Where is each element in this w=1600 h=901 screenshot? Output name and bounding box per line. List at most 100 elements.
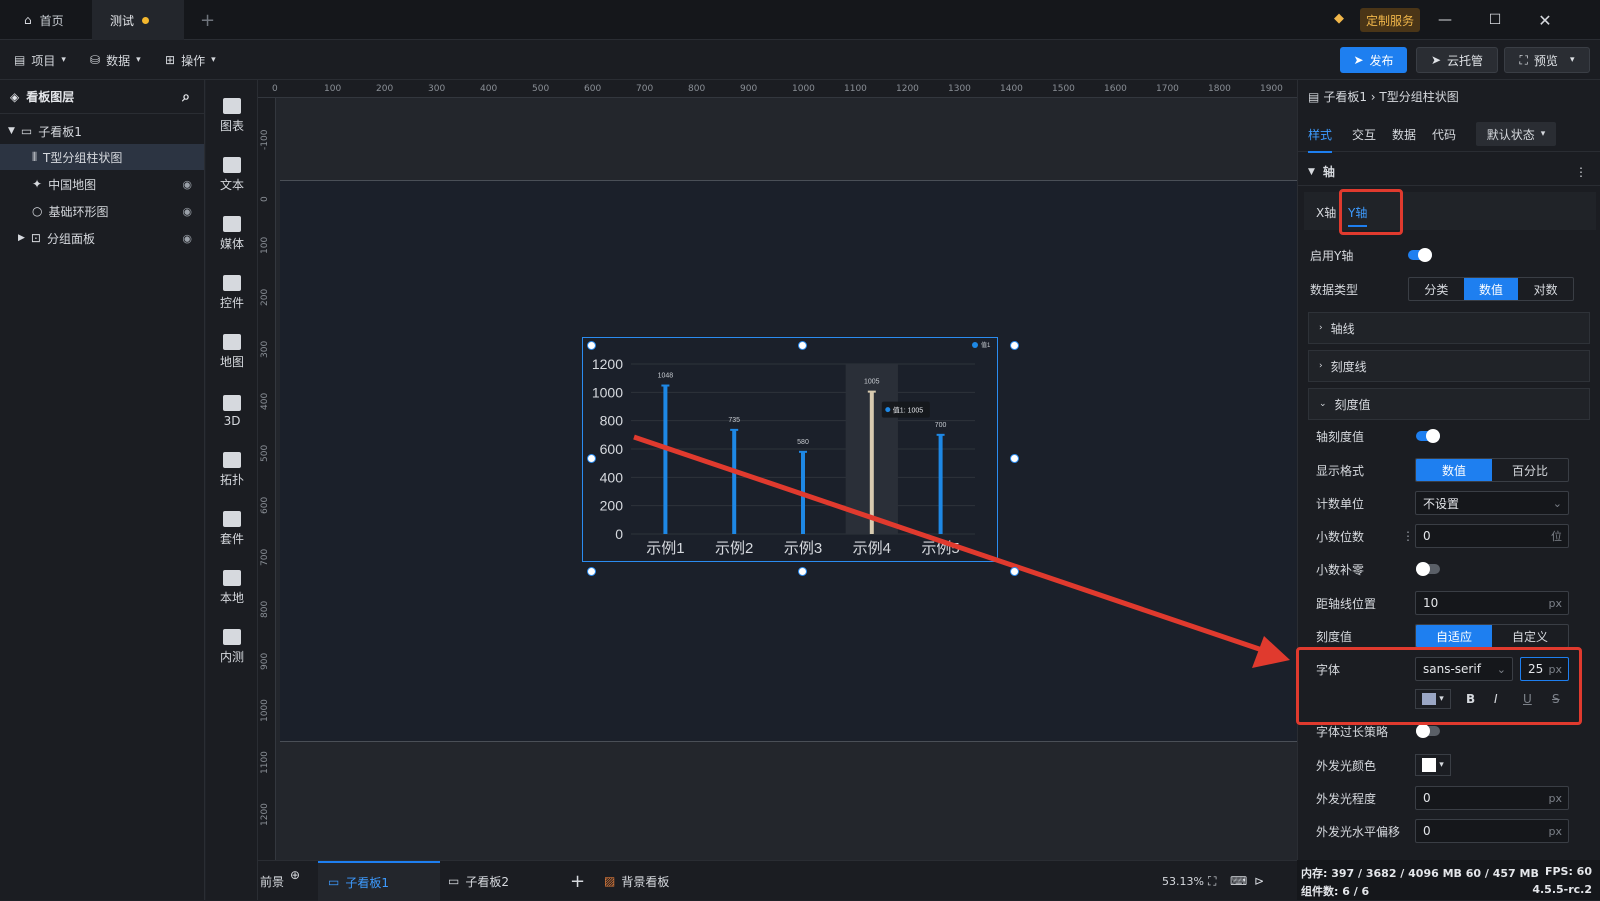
menu-operation[interactable]: ⊞ 操作 ▾ bbox=[165, 48, 216, 72]
tick-mode-auto[interactable]: 自适应 bbox=[1416, 625, 1492, 647]
tool-topology[interactable]: 拓扑 bbox=[206, 442, 258, 498]
background-board-tab[interactable]: ▨ 背景看板 bbox=[604, 861, 669, 901]
add-circle-icon[interactable]: ⊕ bbox=[290, 868, 300, 882]
ruler-tick: 1100 bbox=[260, 751, 270, 774]
topology-icon bbox=[223, 452, 241, 468]
menu-project[interactable]: ▤ 项目 ▾ bbox=[14, 48, 66, 72]
layer-item-board[interactable]: ▼ ▭ 子看板1 bbox=[0, 118, 204, 144]
chevron-down-icon: ▾ bbox=[1569, 55, 1575, 65]
data-type-value[interactable]: 数值 bbox=[1463, 278, 1519, 300]
tab-data[interactable]: 数据 bbox=[1392, 126, 1416, 143]
overflow-toggle[interactable] bbox=[1416, 724, 1440, 738]
resize-handle[interactable] bbox=[587, 341, 596, 350]
y-tick-label: 1000 bbox=[592, 384, 623, 400]
background-icon: ▨ bbox=[604, 874, 616, 888]
distance-input[interactable]: 10 px bbox=[1415, 591, 1569, 615]
unit-select[interactable]: 不设置 ⌄ bbox=[1415, 491, 1569, 515]
custom-service-button[interactable]: 定制服务 bbox=[1360, 8, 1421, 32]
layer-item-china-map[interactable]: ✦ 中国地图 ◉ bbox=[0, 171, 204, 197]
foreground-tab[interactable]: 前景 ⊕ bbox=[258, 861, 300, 901]
resize-handle[interactable] bbox=[1010, 454, 1019, 463]
tab-home[interactable]: ⌂ 首页 bbox=[6, 0, 92, 40]
cloud-hosting-button[interactable]: ➤ 云托管 bbox=[1416, 47, 1498, 73]
more-icon[interactable]: ⋮ bbox=[1575, 165, 1587, 179]
tool-3d[interactable]: 3D bbox=[206, 383, 258, 439]
tab-code[interactable]: 代码 bbox=[1432, 126, 1456, 143]
search-icon[interactable]: ⌕ bbox=[182, 89, 190, 105]
map-icon: ✦ bbox=[32, 177, 43, 191]
layer-item-ring-chart[interactable]: ○ 基础环形图 ◉ bbox=[0, 198, 204, 224]
add-board-button[interactable]: + bbox=[570, 861, 585, 901]
layer-item-bar-chart[interactable]: ⫴ T型分组柱状图 bbox=[0, 144, 204, 170]
resize-handle[interactable] bbox=[587, 567, 596, 576]
data-label: 1005 bbox=[864, 379, 880, 386]
state-select[interactable]: 默认状态 ▾ bbox=[1476, 122, 1556, 146]
resize-handle[interactable] bbox=[798, 567, 807, 576]
media-icon bbox=[223, 216, 241, 232]
close-button[interactable]: ✕ bbox=[1520, 0, 1570, 40]
tab-test[interactable]: 测试 bbox=[92, 0, 184, 40]
tool-chart[interactable]: 图表 bbox=[206, 88, 258, 144]
chart-icon bbox=[223, 98, 241, 114]
enable-y-axis-toggle[interactable] bbox=[1408, 248, 1432, 262]
tool-media[interactable]: 媒体 bbox=[206, 206, 258, 262]
resize-handle[interactable] bbox=[798, 341, 807, 350]
show-tick-toggle[interactable] bbox=[1416, 429, 1440, 443]
tool-control[interactable]: 控件 bbox=[206, 265, 258, 321]
bar-cap bbox=[799, 450, 807, 453]
tick-line-section[interactable]: › 刻度线 bbox=[1308, 350, 1590, 382]
glow-color-picker[interactable]: ▾ bbox=[1415, 754, 1451, 776]
hidden-eye-icon[interactable]: ◉ bbox=[182, 205, 192, 218]
zero-pad-toggle[interactable] bbox=[1416, 562, 1440, 576]
tool-text[interactable]: 文本 bbox=[206, 147, 258, 203]
resize-handle[interactable] bbox=[587, 454, 596, 463]
board-icon: ▭ bbox=[328, 875, 340, 889]
minimize-button[interactable]: — bbox=[1420, 0, 1470, 40]
glow-offset-input[interactable]: 0 px bbox=[1415, 819, 1569, 843]
menu-data[interactable]: ⛁ 数据 ▾ bbox=[90, 48, 141, 72]
hidden-eye-icon[interactable]: ◉ bbox=[182, 232, 192, 245]
glow-offset-row: 外发光水平偏移 0 px bbox=[1298, 816, 1600, 846]
sub-board-tab-1[interactable]: ▭ 子看板1 bbox=[318, 861, 440, 901]
tool-kit[interactable]: 套件 bbox=[206, 501, 258, 557]
version-label: 4.5.5-rc.2 bbox=[1532, 883, 1592, 896]
fit-screen-icon[interactable]: ⛶ bbox=[1208, 861, 1216, 901]
hidden-eye-icon[interactable]: ◉ bbox=[182, 178, 192, 191]
data-type-category[interactable]: 分类 bbox=[1409, 278, 1464, 300]
glow-level-input[interactable]: 0 px bbox=[1415, 786, 1569, 810]
layer-item-group-panel[interactable]: ▶ ⊡ 分组面板 ◉ bbox=[0, 225, 204, 251]
resize-handle[interactable] bbox=[1010, 341, 1019, 350]
maximize-button[interactable]: ☐ bbox=[1470, 0, 1520, 40]
sub-board-tab-2[interactable]: ▭ 子看板2 bbox=[448, 861, 509, 901]
keyboard-icon[interactable]: ⌨ bbox=[1230, 861, 1247, 901]
tool-map[interactable]: 地图 bbox=[206, 324, 258, 380]
axis-line-section[interactable]: › 轴线 bbox=[1308, 312, 1590, 344]
breadcrumb: ▤ 子看板1 › T型分组柱状图 bbox=[1308, 89, 1459, 105]
x-tick-label: 示例2 bbox=[715, 540, 753, 557]
bar-chart: 0 200 400 600 800 1000 1200 1048 示例1 735 示例2 580 示例3… bbox=[592, 341, 991, 557]
publish-button[interactable]: ➤ 发布 bbox=[1340, 47, 1407, 73]
axis-section-header[interactable]: ▼ 轴 ⋮ bbox=[1298, 158, 1600, 186]
more-icon[interactable]: ⋮ bbox=[1402, 529, 1414, 543]
ruler-tick: 700 bbox=[636, 84, 654, 94]
chart-widget[interactable]: 0 200 400 600 800 1000 1200 1048 示例1 735 示例2 580 示例3… bbox=[582, 337, 998, 562]
tick-value-section[interactable]: ⌄ 刻度值 bbox=[1308, 388, 1590, 420]
tab-style[interactable]: 样式 bbox=[1308, 126, 1333, 153]
tick-mode-custom[interactable]: 自定义 bbox=[1492, 625, 1568, 647]
legend-label: 值1 bbox=[981, 341, 991, 349]
tool-beta[interactable]: 内测 bbox=[206, 619, 258, 675]
new-tab-button[interactable]: + bbox=[190, 0, 225, 40]
tab-interaction[interactable]: 交互 bbox=[1352, 126, 1376, 143]
format-percent[interactable]: 百分比 bbox=[1492, 459, 1568, 481]
bar bbox=[869, 391, 874, 534]
ruler-tick: 500 bbox=[260, 444, 270, 462]
format-value[interactable]: 数值 bbox=[1416, 459, 1492, 481]
data-type-log[interactable]: 对数 bbox=[1518, 278, 1573, 300]
grid-icon: ⊞ bbox=[165, 53, 176, 67]
terminal-icon[interactable]: ⊳ bbox=[1254, 861, 1264, 901]
resize-handle[interactable] bbox=[1010, 567, 1019, 576]
tool-local[interactable]: 本地 bbox=[206, 560, 258, 616]
preview-button[interactable]: ⛶ 预览 ▾ bbox=[1504, 47, 1590, 73]
decimals-input[interactable]: 0 位 bbox=[1415, 524, 1569, 548]
tab-x-axis[interactable]: X轴 bbox=[1316, 204, 1336, 221]
